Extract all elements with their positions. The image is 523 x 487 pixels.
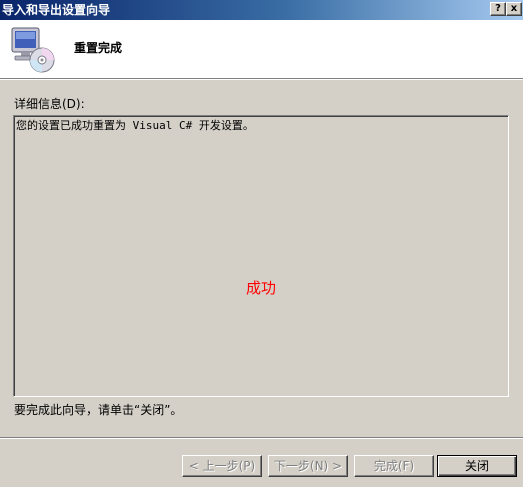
next-button[interactable]: 下一步(N) >: [268, 455, 348, 477]
finish-button[interactable]: 完成(F): [354, 455, 434, 477]
title-bar: 导入和导出设置向导 ? x: [0, 0, 523, 20]
details-text: 您的设置已成功重置为 Visual C# 开发设置。: [16, 119, 254, 132]
details-label: 详细信息(D):: [14, 97, 85, 111]
footer-divider: [0, 437, 523, 439]
window-title: 导入和导出设置向导: [2, 3, 111, 17]
wizard-header: 重置完成: [0, 20, 523, 78]
close-window-button[interactable]: x: [506, 2, 522, 16]
header-divider: [0, 78, 523, 80]
status-text: 成功: [245, 279, 276, 297]
wizard-window: 导入和导出设置向导 ? x 重置完成 详细信息(D): 您的设置已成功重置为 V…: [0, 0, 523, 487]
close-button[interactable]: 关闭: [437, 455, 517, 477]
help-button[interactable]: ?: [490, 2, 506, 16]
back-button[interactable]: < 上一步(P): [182, 455, 262, 477]
details-textbox[interactable]: 您的设置已成功重置为 Visual C# 开发设置。 成功: [13, 115, 509, 397]
help-icon: ?: [495, 3, 501, 14]
footer-instruction: 要完成此向导，请单击“关闭”。: [14, 403, 183, 417]
page-title: 重置完成: [74, 41, 123, 55]
close-icon: x: [510, 3, 518, 14]
computer-cd-icon: [11, 27, 55, 73]
